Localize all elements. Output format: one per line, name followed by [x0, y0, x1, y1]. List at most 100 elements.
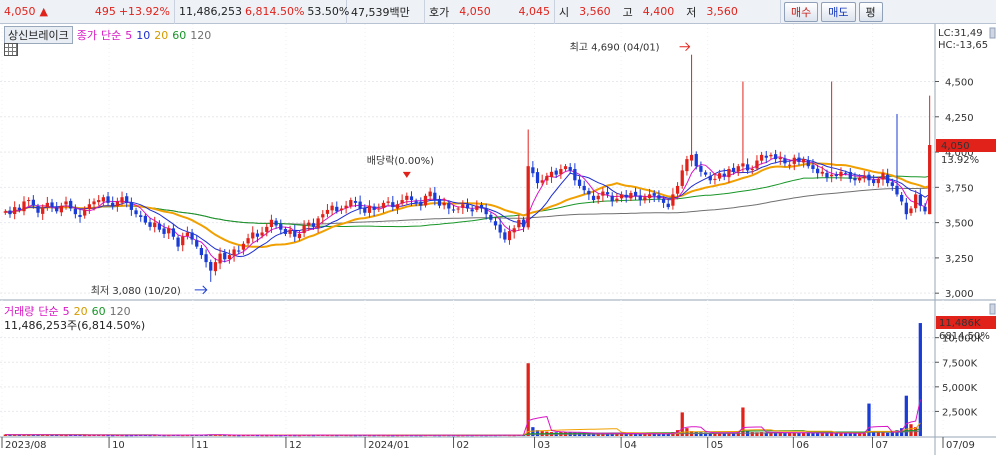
buy-button[interactable]: 매수 — [784, 1, 819, 22]
stock-chart[interactable]: 4,5004,2504,0003,7503,5003,2503,00010,00… — [0, 24, 996, 455]
amount-cell: 47,539백만 — [347, 0, 425, 24]
candle-body — [839, 171, 843, 177]
candle-body — [867, 174, 871, 181]
candle-body — [820, 171, 824, 174]
candle-body — [503, 232, 507, 240]
candle-body — [451, 209, 456, 211]
high-label: 고 — [622, 5, 633, 19]
candle-body — [844, 172, 848, 174]
candle-body — [377, 208, 381, 210]
candle-body — [773, 154, 778, 160]
candle-body — [125, 196, 129, 203]
volume-bar — [858, 433, 862, 436]
candle-body — [848, 171, 852, 179]
candle-body — [414, 201, 418, 203]
volume-bar — [839, 433, 843, 436]
candle-body — [717, 173, 722, 179]
ma-period-60[interactable]: 60 — [172, 29, 186, 42]
candle-body — [540, 180, 544, 183]
candle-body — [288, 229, 292, 234]
vol-ma-period-20[interactable]: 20 — [74, 305, 88, 318]
candle-body — [204, 254, 208, 263]
ma-period-20[interactable]: 20 — [154, 29, 168, 42]
candle-body — [153, 222, 157, 228]
vol-ma-period-5[interactable]: 5 — [63, 305, 70, 318]
candle-body — [671, 194, 675, 206]
candle-body — [223, 252, 227, 260]
candle-body — [339, 208, 344, 211]
candle-body — [703, 172, 708, 175]
open-price: 3,560 — [579, 5, 611, 18]
candle-body — [652, 193, 656, 196]
sell-button[interactable]: 매도 — [821, 1, 856, 22]
candle-body — [587, 190, 591, 195]
current-price-pct: 13.92% — [941, 155, 979, 166]
candle-body — [643, 197, 647, 201]
candle-body — [689, 154, 694, 161]
ma-period-5[interactable]: 5 — [125, 29, 132, 42]
candle-body — [167, 228, 171, 234]
candle-body — [759, 154, 764, 161]
candle-body — [629, 192, 633, 199]
candle-body — [708, 175, 712, 181]
candle-body — [554, 170, 558, 175]
candle-body — [237, 250, 241, 252]
candle-body — [442, 202, 446, 206]
candle-body — [521, 219, 526, 227]
date-tick-label: 11 — [196, 440, 209, 451]
candle-body — [890, 182, 894, 186]
candle-body — [353, 201, 358, 203]
candle-body — [307, 222, 311, 226]
current-volume-pct: 6814.50% — [939, 331, 990, 342]
candle-body — [475, 205, 479, 210]
candle-body — [428, 191, 432, 197]
candle-body — [321, 214, 325, 218]
candle-body — [433, 192, 437, 201]
candle-body — [190, 232, 194, 240]
candle-body — [815, 168, 820, 174]
candle-body — [531, 167, 535, 174]
candle-body — [293, 230, 297, 237]
candle-body — [559, 169, 563, 175]
candle-body — [914, 194, 918, 209]
average-button[interactable]: 평 — [858, 1, 883, 22]
candle-body — [176, 237, 180, 247]
candle-body — [596, 195, 600, 200]
vol-ma-period-60[interactable]: 60 — [92, 305, 106, 318]
volume-tick-label: 5,000K — [942, 383, 978, 394]
candle-body — [619, 194, 624, 199]
candle-body — [185, 232, 190, 237]
ma-period-120[interactable]: 120 — [190, 29, 211, 42]
candle-body — [512, 228, 516, 233]
price-tick-label: 3,750 — [945, 183, 974, 194]
candle-body — [489, 214, 493, 220]
price-change-cell: 4,050 ▲ 495 +13.92% — [0, 0, 175, 24]
candle-body — [335, 206, 339, 212]
date-tick-label: 2024/01 — [368, 440, 410, 451]
candle-body — [876, 178, 880, 184]
candle-body — [129, 202, 134, 210]
candle-body — [395, 204, 400, 209]
trade-amount: 47,539백만 — [351, 5, 410, 19]
vol-ma-period-120[interactable]: 120 — [110, 305, 131, 318]
change-amount: 495 — [94, 5, 116, 18]
candle-body — [493, 221, 498, 226]
candle-body — [41, 208, 45, 214]
ask-price: 4,050 — [459, 5, 491, 18]
up-arrow-icon: ▲ — [39, 5, 48, 18]
volume-cell: 11,486,253 6,814.50% 53.50% — [175, 0, 349, 24]
grid-icon[interactable] — [4, 43, 18, 56]
candle-body — [755, 160, 759, 169]
candle-body — [148, 222, 152, 227]
date-tick-label: 07 — [875, 440, 888, 451]
price-kind: 종가 — [76, 29, 97, 42]
candle-body — [591, 195, 596, 201]
candle-body — [349, 200, 353, 206]
candle-body — [713, 178, 717, 180]
candle-body — [470, 209, 474, 212]
date-tick-label: 12 — [289, 440, 302, 451]
ma-period-10[interactable]: 10 — [136, 29, 150, 42]
stock-name[interactable]: 상신브레이크 — [4, 26, 73, 44]
candle-body — [535, 172, 540, 184]
candle-body — [297, 233, 302, 239]
